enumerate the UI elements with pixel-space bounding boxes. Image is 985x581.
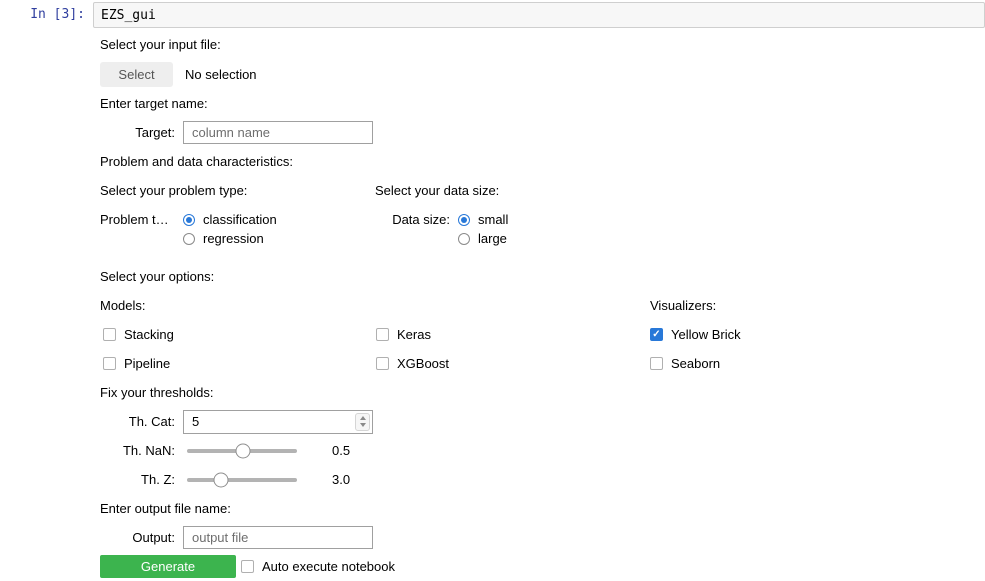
- radio-label: large: [478, 231, 507, 246]
- radio-option-large[interactable]: large: [458, 229, 508, 248]
- problem-type-heading: Select your problem type:: [100, 183, 248, 198]
- section-label: Problem and data characteristics:: [100, 154, 293, 169]
- checkbox-seaborn[interactable]: Seaborn: [650, 356, 720, 371]
- file-selection-status: No selection: [185, 66, 257, 82]
- characteristics-headings: Select your problem type: Select your da…: [100, 176, 985, 205]
- th-cat-input[interactable]: [183, 409, 373, 434]
- checkbox-label: Keras: [397, 327, 431, 342]
- section-label: Enter target name:: [100, 96, 208, 111]
- checkbox-icon[interactable]: [650, 357, 663, 370]
- visualizers-heading: Visualizers:: [650, 298, 717, 313]
- th-z-row: Th. Z: 3.0: [100, 465, 985, 494]
- th-nan-label: Th. NaN:: [122, 443, 175, 458]
- section-label: Fix your thresholds:: [100, 385, 214, 400]
- problem-type-label: Problem type:: [100, 212, 175, 227]
- checkbox-label: Yellow Brick: [671, 327, 741, 342]
- slider-handle[interactable]: [235, 443, 251, 458]
- radio-option-classification[interactable]: classification: [183, 210, 277, 229]
- checkbox-icon[interactable]: [241, 560, 254, 573]
- input-prompt: In [3]:: [30, 7, 85, 22]
- data-size-heading: Select your data size:: [375, 183, 500, 198]
- generate-row: Generate Auto execute notebook: [100, 552, 985, 581]
- target-input[interactable]: [183, 121, 373, 144]
- checkbox-icon[interactable]: [103, 357, 116, 370]
- output-input[interactable]: [183, 526, 373, 549]
- checkbox-stacking[interactable]: Stacking: [100, 327, 376, 342]
- radio-icon[interactable]: [458, 213, 470, 226]
- th-nan-row: Th. NaN: 0.5: [100, 436, 985, 465]
- checkbox-label: XGBoost: [397, 356, 450, 371]
- checkbox-auto-execute[interactable]: Auto execute notebook: [241, 559, 395, 574]
- checkbox-label: Seaborn: [671, 356, 721, 371]
- number-spinner[interactable]: [355, 412, 370, 431]
- checkbox-icon[interactable]: [376, 357, 389, 370]
- spinner-up-icon[interactable]: [359, 416, 366, 420]
- th-z-readout: 3.0: [332, 472, 351, 487]
- code-editor[interactable]: EZS_gui: [93, 2, 985, 28]
- section-label: Enter output file name:: [100, 501, 231, 516]
- checkbox-keras[interactable]: Keras: [376, 327, 650, 342]
- code-cell-row: In [3]: EZS_gui: [0, 0, 985, 28]
- th-nan-readout: 0.5: [332, 443, 351, 458]
- checkbox-label: Stacking: [124, 327, 174, 342]
- th-z-label: Th. Z:: [141, 472, 175, 487]
- section-target: Enter target name:: [100, 89, 985, 118]
- file-select-row: Select No selection: [100, 59, 985, 89]
- checkbox-icon[interactable]: [103, 328, 116, 341]
- slider-track[interactable]: [187, 477, 297, 482]
- section-options: Select your options:: [100, 262, 985, 291]
- generate-button[interactable]: Generate: [100, 555, 236, 578]
- file-select-button[interactable]: Select: [100, 61, 173, 87]
- slider-handle[interactable]: [213, 472, 229, 487]
- checkbox-xgboost[interactable]: XGBoost: [376, 356, 650, 371]
- options-headings: Models: Visualizers:: [100, 291, 985, 320]
- th-z-slider[interactable]: [187, 472, 297, 488]
- target-label: Target:: [135, 125, 175, 140]
- checkbox-yellow-brick[interactable]: Yellow Brick: [650, 327, 741, 342]
- output-row: Output:: [100, 523, 985, 552]
- section-thresholds: Fix your thresholds:: [100, 378, 985, 407]
- data-size-label: Data size:: [392, 212, 450, 227]
- section-label: Select your options:: [100, 269, 215, 284]
- section-input-file: Select your input file:: [100, 30, 985, 59]
- th-cat-row: Th. Cat:: [100, 407, 985, 436]
- radio-option-regression[interactable]: regression: [183, 229, 277, 248]
- checkbox-pipeline[interactable]: Pipeline: [100, 356, 376, 371]
- problem-type-group: Problem type: classification regression: [100, 210, 375, 248]
- radio-groups-row: Problem type: classification regression …: [100, 205, 985, 253]
- section-characteristics: Problem and data characteristics:: [100, 147, 985, 176]
- checkbox-icon[interactable]: [650, 328, 663, 341]
- radio-icon[interactable]: [458, 232, 470, 245]
- models-heading: Models:: [100, 298, 146, 313]
- data-size-group: Data size: small large: [375, 210, 508, 248]
- section-output: Enter output file name:: [100, 494, 985, 523]
- radio-label: regression: [203, 231, 264, 246]
- radio-label: classification: [203, 212, 277, 227]
- radio-label: small: [478, 212, 509, 227]
- checkbox-label: Auto execute notebook: [262, 559, 395, 574]
- section-label: Select your input file:: [100, 37, 221, 52]
- notebook-cell: In [3]: EZS_gui Select your input file: …: [0, 0, 985, 581]
- radio-icon[interactable]: [183, 232, 195, 245]
- checkbox-label: Pipeline: [124, 356, 171, 371]
- spinner-down-icon[interactable]: [359, 423, 366, 427]
- widget-output-area: Select your input file: Select No select…: [100, 30, 985, 581]
- th-nan-slider[interactable]: [187, 443, 297, 459]
- checkbox-icon[interactable]: [376, 328, 389, 341]
- code-text: EZS_gui: [101, 8, 156, 23]
- radio-icon[interactable]: [183, 213, 195, 226]
- th-cat-label: Th. Cat:: [128, 414, 175, 429]
- output-label: Output:: [132, 530, 175, 545]
- radio-option-small[interactable]: small: [458, 210, 508, 229]
- checkbox-row-2: Pipeline XGBoost Seaborn: [100, 349, 985, 378]
- target-row: Target:: [100, 118, 985, 147]
- checkbox-row-1: Stacking Keras Yellow Brick: [100, 320, 985, 349]
